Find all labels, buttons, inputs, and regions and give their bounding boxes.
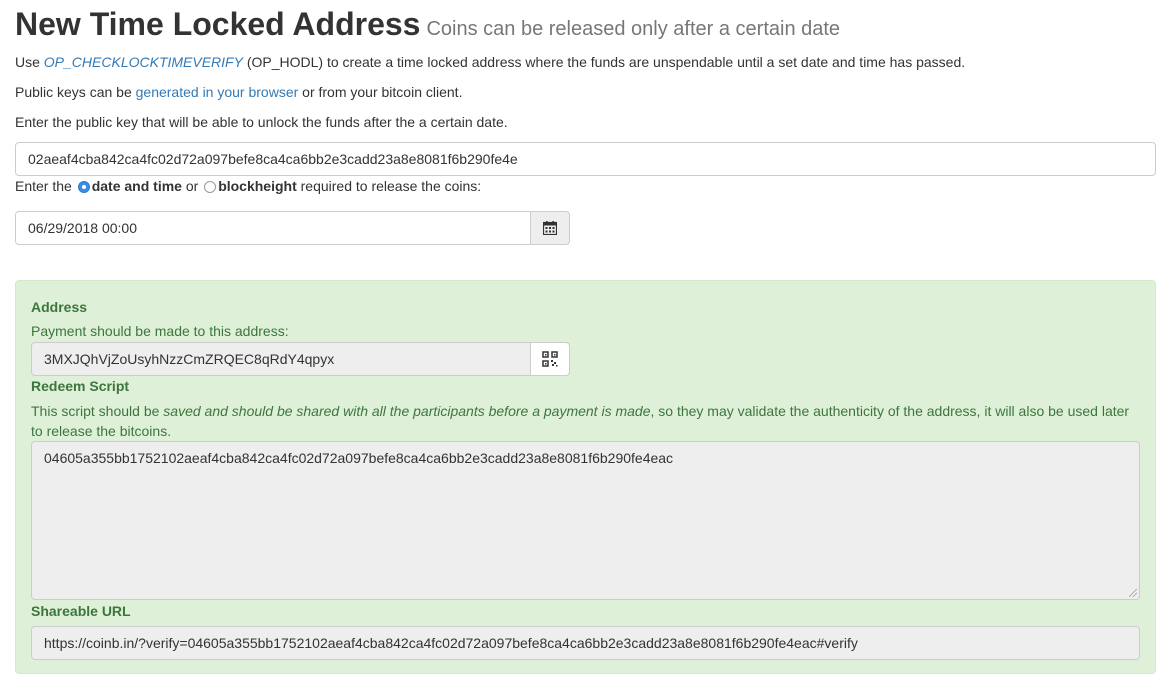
redeem-help-italic: saved and should be shared with all the … [163,403,651,419]
blockheight-label: blockheight [218,178,297,194]
release-suffix: required to release the coins: [296,178,482,194]
calendar-icon [543,221,557,235]
page-title: New Time Locked Address Coins can be rele… [15,6,840,43]
intro-paragraph-3: Enter the public key that will be able t… [15,114,508,130]
op-checklocktimeverify-link[interactable]: OP_CHECKLOCKTIMEVERIFY [44,54,243,70]
blockheight-radio[interactable] [204,181,217,193]
intro-p2-suffix: or from your bitcoin client. [298,84,463,100]
intro-paragraph-1: Use OP_CHECKLOCKTIMEVERIFY (OP_HODL) to … [15,54,965,70]
calendar-button[interactable] [530,211,570,245]
redeem-help-prefix: This script should be [31,403,164,419]
qrcode-button[interactable] [530,342,570,376]
address-output[interactable]: 3MXJQhVjZoUsyhNzzCmZRQEC8qRdY4qpyx [31,342,531,376]
intro-paragraph-2: Public keys can be generated in your bro… [15,84,462,100]
release-middle: or [181,178,203,194]
qrcode-icon [542,351,558,367]
intro-p1-prefix: Use [15,54,44,70]
shareable-url-output[interactable]: https://coinb.in/?verify=04605a355bb1752… [31,626,1140,660]
intro-p2-prefix: Public keys can be [15,84,136,100]
redeem-script-textarea[interactable]: 04605a355bb1752102aeaf4cba842ca4fc02d72a… [31,441,1140,600]
redeem-script-value: 04605a355bb1752102aeaf4cba842ca4fc02d72a… [44,450,674,466]
address-help: Payment should be made to this address: [31,323,289,339]
date-time-label: date and time [91,178,182,194]
redeem-script-label: Redeem Script [31,378,130,394]
release-prefix: Enter the [15,178,76,194]
generate-keys-link[interactable]: generated in your browser [136,84,299,100]
public-key-input[interactable]: 02aeaf4cba842ca4fc02d72a097befe8ca4ca6bb… [15,142,1156,176]
title-subtitle: Coins can be released only after a certa… [426,18,841,40]
title-main: New Time Locked Address [15,6,421,42]
redeem-help-line-1: This script should be saved and should b… [31,403,1129,419]
release-date-input[interactable]: 06/29/2018 00:00 [15,211,531,245]
intro-p1-suffix: (OP_HODL) to create a time locked addres… [242,54,966,70]
redeem-help-suffix: , so they may validate the authenticity … [650,403,1130,419]
redeem-help-line-2: to release the bitcoins. [31,423,172,439]
address-label: Address [31,299,88,315]
release-selector: Enter the date and time or blockheight r… [15,178,481,194]
date-time-radio[interactable] [77,181,90,193]
result-panel: Address Payment should be made to this a… [15,280,1156,674]
shareable-url-label: Shareable URL [31,603,131,619]
resize-handle[interactable] [1129,589,1137,597]
